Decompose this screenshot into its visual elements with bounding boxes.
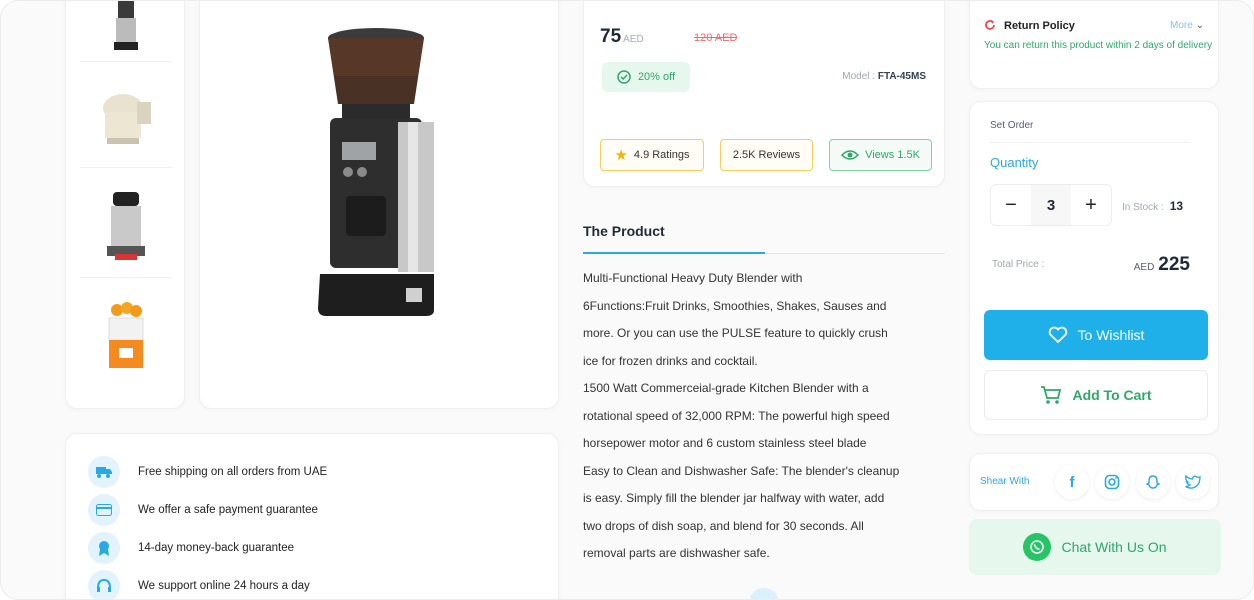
features-card: Free shipping on all orders from UAE We … [65,433,559,599]
product-description: Multi-Functional Heavy Duty Blender with… [583,271,900,560]
reviews-pill[interactable]: 2.5K Reviews [720,139,813,171]
add-to-cart-button[interactable]: Add To Cart [984,370,1208,420]
instagram-icon[interactable] [1095,465,1129,499]
return-policy-text: You can return this product within 2 day… [984,40,1213,51]
snapchat-icon[interactable] [1136,465,1170,499]
card-icon [88,494,120,526]
decrement-button[interactable]: − [991,185,1031,225]
quantity-value[interactable]: 3 [1031,185,1071,225]
facebook-icon[interactable]: f [1055,465,1089,499]
badge-icon [88,532,120,564]
star-icon: ★ [614,147,628,164]
thumbnail-juicer[interactable] [80,178,172,278]
thumbnail-grinder[interactable] [80,1,172,62]
more-link[interactable]: More ⌄ [1170,20,1204,31]
feature-item: We support online 24 hours a day [88,570,310,599]
quantity-stepper: − 3 + [990,184,1112,226]
chevron-down-icon: ⌄ [1195,20,1204,31]
feature-item: Free shipping on all orders from UAE [88,456,327,488]
wishlist-button[interactable]: To Wishlist [984,310,1208,360]
thumbnail-mixer[interactable] [80,68,172,168]
scroll-down-button[interactable] [749,588,779,599]
in-stock: In Stock :13 [1122,199,1184,213]
discount-badge: 20% off [602,62,690,92]
headset-icon [88,570,120,599]
feature-item: 14-day money-back guarantee [88,532,294,564]
quantity-label: Quantity [990,155,1039,170]
feature-text: 14-day money-back guarantee [138,542,294,554]
thumbnail-list [65,1,185,409]
price-card: 75 AED 120 AED 20% off Model : FTA-45MS ★… [583,1,945,187]
cart-icon [1041,386,1062,404]
feature-item: We offer a safe payment guarantee [88,494,318,526]
feature-text: We offer a safe payment guarantee [138,504,318,516]
total-price-label: Total Price : [992,259,1045,270]
share-label: Shear With [980,476,1030,487]
heart-icon [1048,326,1067,344]
check-circle-icon [617,70,631,84]
total-price: AED 225 [1133,254,1190,275]
return-policy-card: Return Policy More ⌄ You can return this… [969,1,1219,89]
return-policy-title: Return Policy [1004,20,1075,32]
set-order-label: Set Order [990,120,1034,131]
whatsapp-icon [1023,533,1052,561]
increment-button[interactable]: + [1071,185,1111,225]
refresh-icon [985,20,995,30]
main-product-image [199,1,559,409]
share-card: Shear With f [969,453,1219,511]
eye-icon [841,150,860,160]
current-price: 75 AED [600,26,644,47]
chat-whatsapp-button[interactable]: Chat With Us On [969,519,1221,575]
divider [990,142,1190,143]
ratings-pill[interactable]: ★ 4.9 Ratings [600,139,704,171]
feature-text: Free shipping on all orders from UAE [138,466,328,478]
feature-text: We support online 24 hours a day [138,580,310,592]
twitter-icon[interactable] [1176,465,1210,499]
thumbnail-orange-machine[interactable] [80,288,172,388]
section-divider-accent [583,252,765,254]
product-page: Free shipping on all orders from UAE We … [0,0,1254,600]
product-section-title: The Product [583,223,665,239]
truck-icon [88,456,120,488]
order-card: Set Order Quantity − 3 + In Stock :13 To… [969,101,1219,435]
old-price: 120 AED [694,32,738,44]
coffee-grinder-image [318,28,434,316]
model-number: Model : FTA-45MS [842,71,926,82]
views-pill[interactable]: Views 1.5K [829,139,932,171]
